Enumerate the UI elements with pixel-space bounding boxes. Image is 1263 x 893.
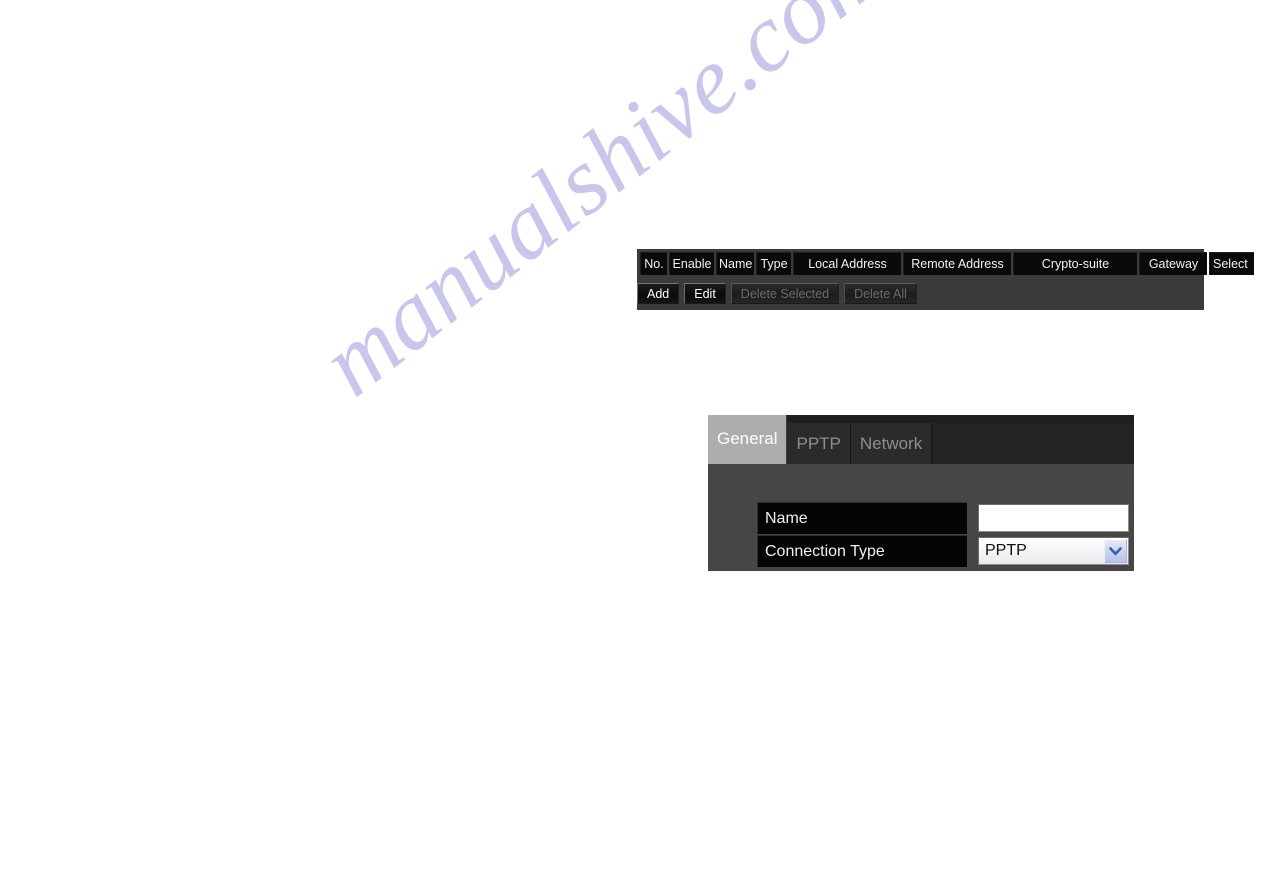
column-header-enable[interactable]: Enable (669, 252, 714, 275)
connection-type-field-control: PPTP (978, 535, 1129, 567)
column-header-name[interactable]: Name (716, 252, 754, 275)
column-header-select[interactable]: Select (1209, 252, 1254, 275)
tab-bar: General PPTP Network (708, 415, 1134, 464)
tab-pptp[interactable]: PPTP (787, 423, 851, 464)
connection-settings-panel: General PPTP Network Name Connection Typ… (708, 415, 1134, 571)
column-header-type[interactable]: Type (756, 252, 791, 275)
general-tab-form: Name Connection Type PPTP (708, 464, 1134, 571)
tab-general[interactable]: General (708, 415, 788, 464)
tab-network[interactable]: Network (850, 423, 933, 464)
tunnel-list-header-row: No. Enable Name Type Local Address Remot… (640, 252, 1256, 275)
column-header-no[interactable]: No. (640, 252, 667, 275)
delete-all-button[interactable]: Delete All (844, 283, 917, 304)
chevron-down-icon[interactable] (1104, 539, 1127, 563)
tab-bar-filler (932, 423, 1134, 464)
add-button[interactable]: Add (637, 283, 680, 304)
name-input[interactable] (978, 504, 1129, 532)
column-header-local-address[interactable]: Local Address (793, 252, 901, 275)
connection-type-field-label: Connection Type (757, 535, 967, 567)
column-header-crypto-suite[interactable]: Crypto-suite (1013, 252, 1137, 275)
connection-type-select[interactable]: PPTP (978, 537, 1129, 565)
field-row-name: Name (757, 502, 1129, 534)
column-header-gateway[interactable]: Gateway (1139, 252, 1207, 275)
name-field-control (978, 502, 1129, 534)
column-header-remote-address[interactable]: Remote Address (903, 252, 1011, 275)
tunnel-list-button-bar: Add Edit Delete Selected Delete All (637, 283, 922, 304)
field-row-connection-type: Connection Type PPTP (757, 535, 1129, 567)
edit-button[interactable]: Edit (684, 283, 726, 304)
delete-selected-button[interactable]: Delete Selected (730, 283, 840, 304)
name-field-label: Name (757, 502, 967, 534)
